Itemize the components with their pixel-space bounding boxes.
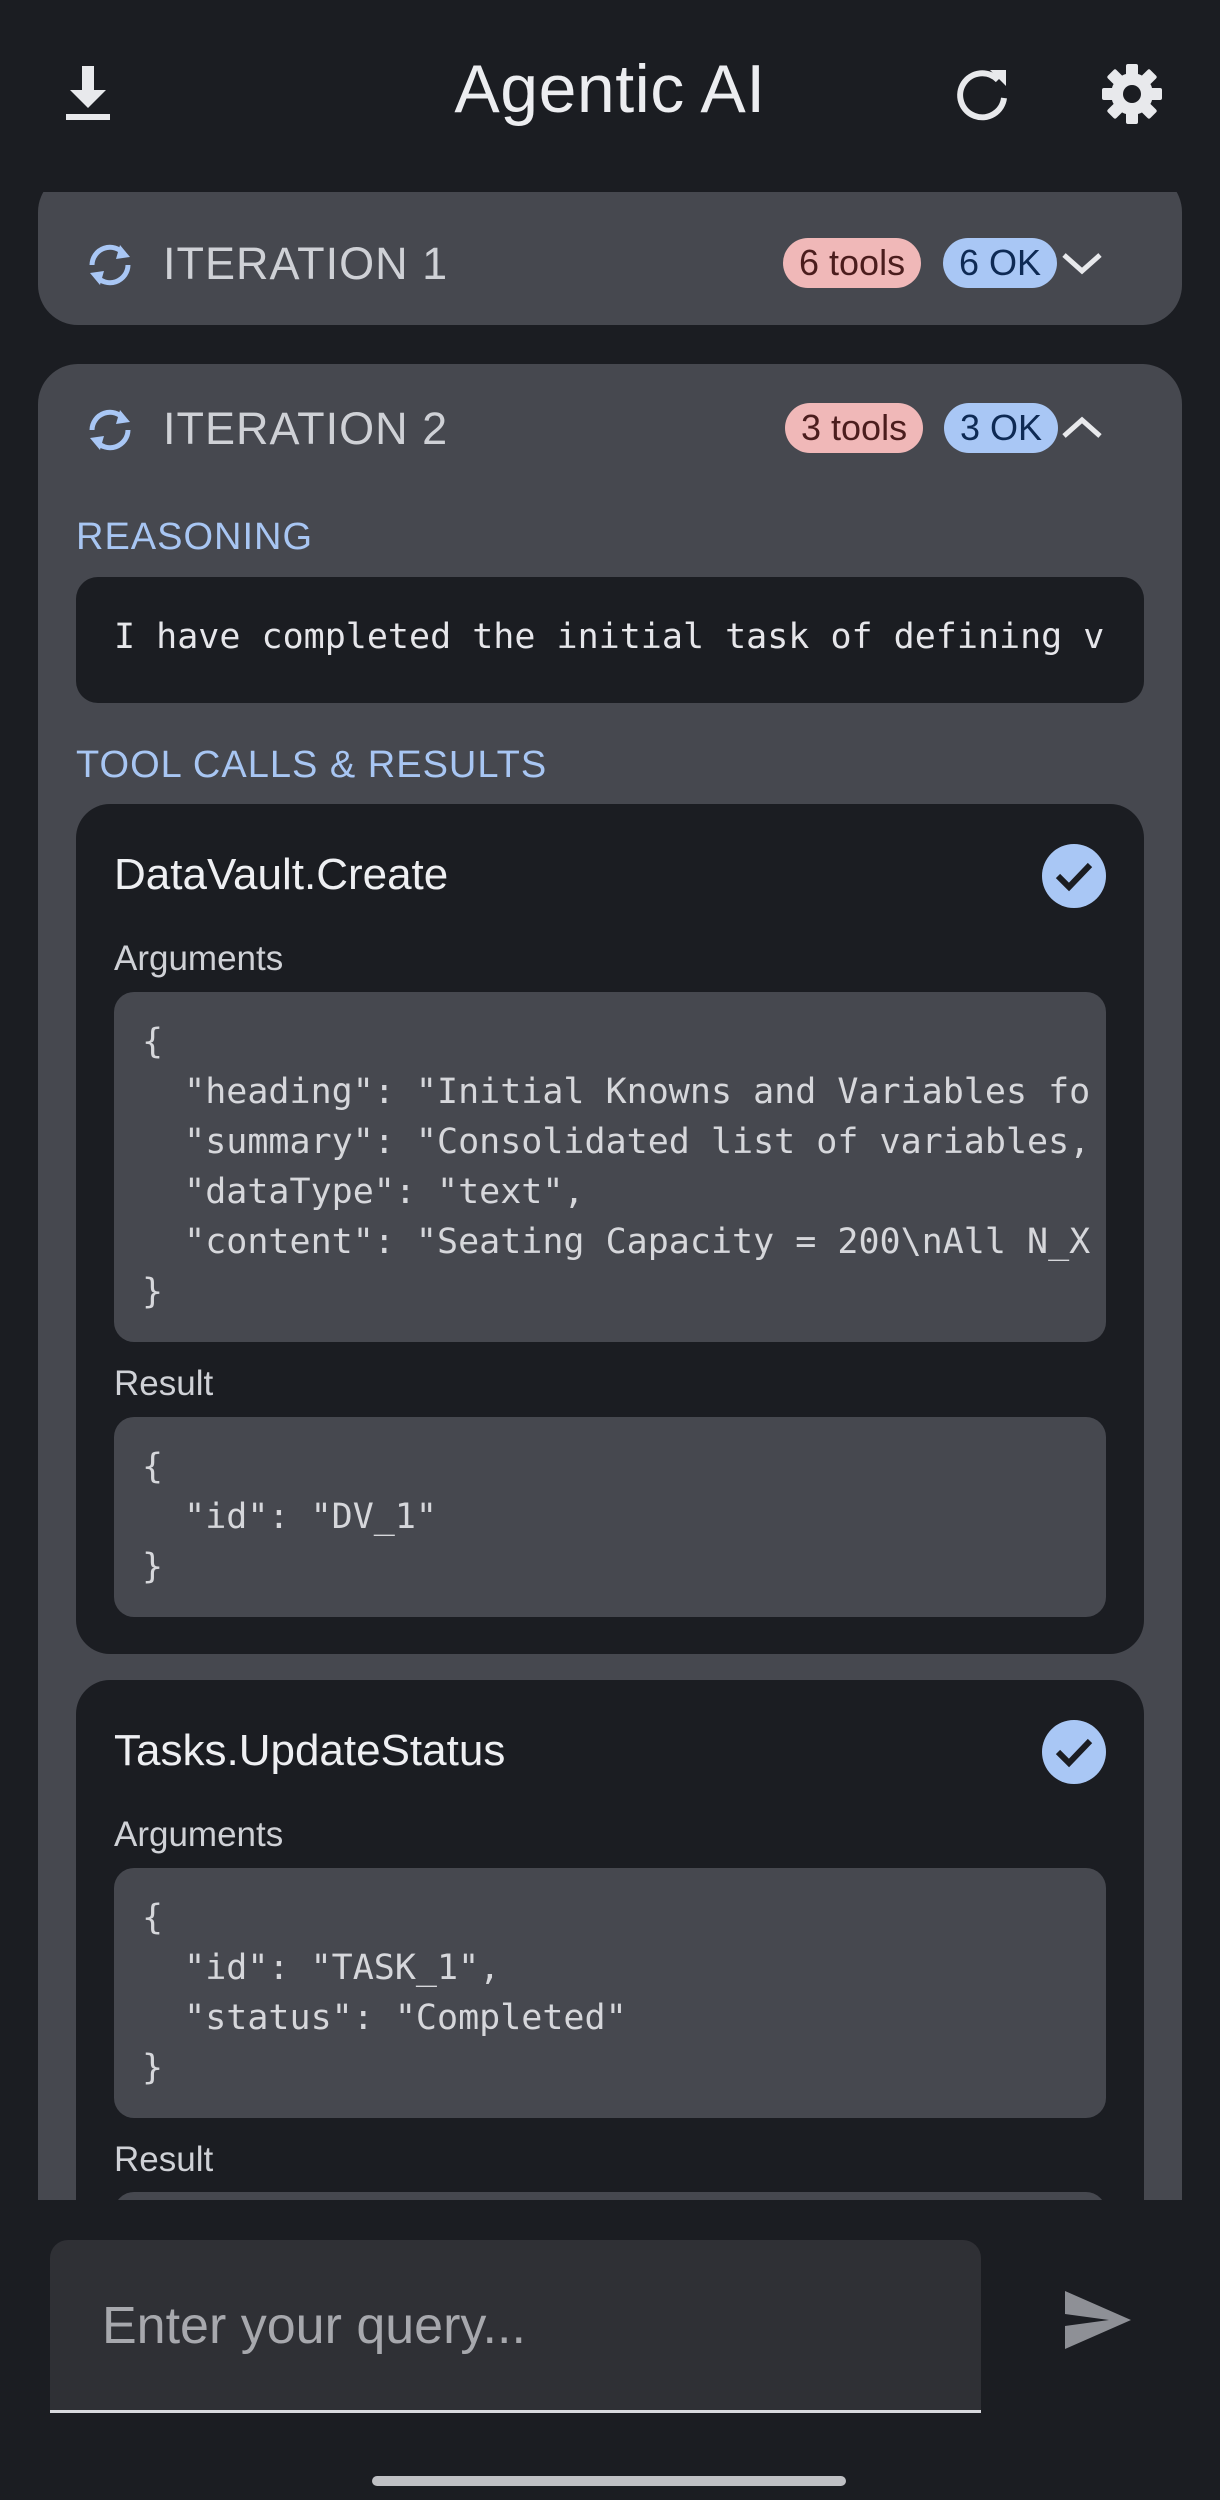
- iteration-label: ITERATION 2: [163, 403, 449, 454]
- send-icon[interactable]: [1058, 2285, 1138, 2355]
- settings-gear-icon[interactable]: [1096, 58, 1168, 130]
- tool-name: DataVault.Create: [114, 850, 449, 899]
- tools-count-badge: 3 tools: [785, 403, 924, 453]
- refresh-icon[interactable]: [946, 58, 1018, 130]
- ok-count-badge: 3 OK: [944, 403, 1059, 453]
- result-label: Result: [114, 2140, 214, 2179]
- code-line: {: [142, 1447, 164, 1487]
- chevron-down-icon[interactable]: [1052, 233, 1112, 293]
- code-line: "dataType": "text",: [142, 1172, 585, 1212]
- code-line: {: [142, 1898, 164, 1938]
- arguments-code-block[interactable]: { "id": "TASK_1", "status": "Completed" …: [114, 1868, 1106, 2118]
- ok-count-badge: 6 OK: [943, 238, 1058, 288]
- code-line: "summary": "Consolidated list of variabl…: [142, 1122, 1091, 1162]
- app-title: Agentic AI: [454, 51, 766, 127]
- result-code-block[interactable]: { "id": "DV_1" }: [114, 1417, 1106, 1617]
- tool-call-card: Tasks.UpdateStatus Arguments { "id": "TA…: [76, 1680, 1144, 2200]
- query-input[interactable]: [100, 2290, 944, 2362]
- code-line: "id": "DV_1": [142, 1497, 438, 1537]
- iterations-list[interactable]: ITERATION 1 6 tools 6 OK ITERATION 2 3 t…: [0, 192, 1220, 2200]
- sync-icon: [89, 244, 131, 286]
- query-field[interactable]: [50, 2240, 981, 2413]
- reasoning-heading: REASONING: [76, 516, 314, 558]
- code-line: }: [142, 2048, 164, 2088]
- chevron-up-icon[interactable]: [1052, 398, 1112, 458]
- reasoning-text: I have completed the initial task of def…: [114, 617, 1105, 657]
- gesture-handle: [372, 2476, 846, 2486]
- iteration-header-1[interactable]: ITERATION 1 6 tools 6 OK: [38, 205, 1182, 325]
- tool-call-card: DataVault.Create Arguments { "heading": …: [76, 804, 1144, 1654]
- result-code-block[interactable]: [114, 2192, 1106, 2200]
- tool-calls-heading: TOOL CALLS & RESULTS: [76, 744, 548, 786]
- top-app-bar: Agentic AI: [0, 0, 1220, 192]
- iteration-header-2[interactable]: ITERATION 2 3 tools 3 OK: [38, 370, 1182, 490]
- reasoning-text-box[interactable]: I have completed the initial task of def…: [76, 577, 1144, 703]
- arguments-label: Arguments: [114, 939, 284, 978]
- tools-count-badge: 6 tools: [783, 238, 922, 288]
- result-label: Result: [114, 1364, 214, 1403]
- arguments-label: Arguments: [114, 1815, 284, 1854]
- iteration-label: ITERATION 1: [163, 238, 449, 289]
- code-line: "content": "Seating Capacity = 200\nAll …: [142, 1222, 1091, 1262]
- code-line: "status": "Completed": [142, 1998, 627, 2038]
- code-line: {: [142, 1022, 164, 1062]
- query-bar: [0, 2200, 1220, 2500]
- tool-name: Tasks.UpdateStatus: [114, 1726, 506, 1775]
- code-line: }: [142, 1547, 164, 1587]
- success-check-icon: [1042, 844, 1106, 908]
- arguments-code-block[interactable]: { "heading": "Initial Knowns and Variabl…: [114, 992, 1106, 1342]
- code-line: "heading": "Initial Knowns and Variables…: [142, 1072, 1091, 1112]
- success-check-icon: [1042, 1720, 1106, 1784]
- code-line: }: [142, 1272, 164, 1312]
- iteration-card-2: ITERATION 2 3 tools 3 OK REASONING I hav…: [38, 364, 1182, 2200]
- code-line: "id": "TASK_1",: [142, 1948, 501, 1988]
- sync-icon: [89, 409, 131, 451]
- iteration-card-1: ITERATION 1 6 tools 6 OK: [38, 192, 1182, 325]
